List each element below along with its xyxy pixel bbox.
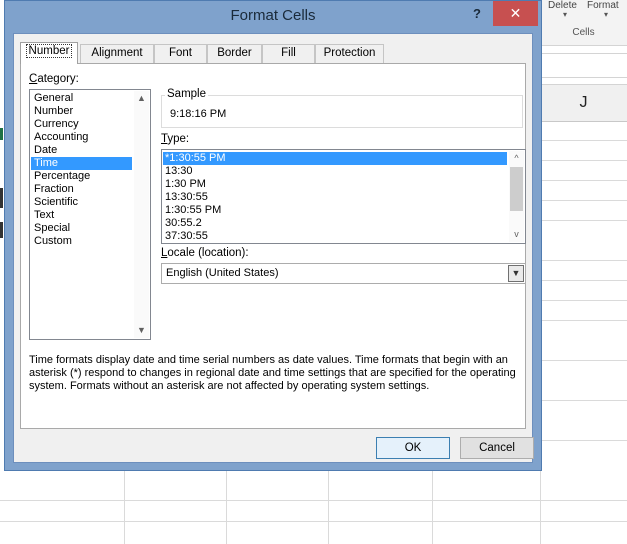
gridline — [432, 471, 433, 544]
gridline — [540, 160, 627, 161]
type-item[interactable]: 30:55.2 — [163, 217, 507, 230]
gridline — [540, 320, 627, 321]
type-scrollbar[interactable]: ^ v — [509, 151, 524, 242]
format-cells-dialog: Format Cells ? ✕ Number Alignment Font B… — [4, 0, 542, 471]
locale-label: Locale (location): — [161, 247, 249, 259]
scroll-down-icon[interactable]: v — [509, 227, 524, 242]
tab-border[interactable]: Border — [207, 44, 262, 63]
column-header-label: J — [579, 94, 588, 111]
ribbon-group-label: Cells — [572, 27, 595, 38]
gridline — [328, 471, 329, 544]
type-item[interactable]: 1:30:55 PM — [163, 204, 507, 217]
format-dropdown-icon[interactable]: ▾ — [604, 10, 608, 19]
ribbon-cells-group: Delete ▾ Format ▾ Cells — [540, 0, 627, 46]
gridline — [540, 260, 627, 261]
type-item[interactable]: 1:30 PM — [163, 178, 507, 191]
category-item-currency[interactable]: Currency — [31, 118, 132, 131]
type-item[interactable]: 13:30 — [163, 165, 507, 178]
type-item[interactable]: 37:30:55 — [163, 230, 507, 243]
format-description: Time formats display date and time seria… — [29, 354, 516, 392]
formula-bar[interactable] — [540, 53, 627, 78]
tab-fill[interactable]: Fill — [262, 44, 315, 63]
delete-dropdown-icon[interactable]: ▾ — [563, 10, 567, 19]
gridline — [0, 521, 627, 522]
cell-fill-marker — [0, 188, 3, 208]
tab-alignment[interactable]: Alignment — [80, 44, 154, 63]
type-listbox[interactable]: *1:30:55 PM 13:30 1:30 PM 13:30:55 1:30:… — [161, 149, 526, 244]
tab-font[interactable]: Font — [154, 44, 207, 63]
gridline — [540, 200, 627, 201]
type-item[interactable]: 13:30:55 — [163, 191, 507, 204]
scroll-thumb[interactable] — [510, 167, 523, 211]
category-item-date[interactable]: Date — [31, 144, 132, 157]
number-tab-page: Category: General Number Currency Accoun… — [20, 63, 526, 429]
category-listbox[interactable]: General Number Currency Accounting Date … — [29, 89, 151, 340]
dialog-client-area: Number Alignment Font Border Fill Protec… — [13, 33, 534, 463]
gridline — [540, 300, 627, 301]
category-item-accounting[interactable]: Accounting — [31, 131, 132, 144]
help-button[interactable]: ? — [467, 4, 487, 24]
category-item-scientific[interactable]: Scientific — [31, 196, 132, 209]
locale-dropdown[interactable]: English (United States) ▼ — [161, 263, 526, 284]
tab-number[interactable]: Number — [20, 42, 78, 64]
sample-value: 9:18:16 PM — [170, 108, 227, 120]
category-item-time[interactable]: Time — [31, 157, 132, 170]
close-button[interactable]: ✕ — [493, 1, 538, 26]
gridline — [124, 471, 125, 544]
category-item-fraction[interactable]: Fraction — [31, 183, 132, 196]
gridline — [540, 280, 627, 281]
dialog-titlebar[interactable]: Format Cells ? ✕ — [5, 1, 541, 33]
type-item[interactable]: *1:30:55 PM — [163, 152, 507, 165]
gridline — [540, 180, 627, 181]
cell-fill-marker — [0, 128, 3, 140]
locale-value: English (United States) — [166, 267, 279, 279]
category-item-number[interactable]: Number — [31, 105, 132, 118]
category-scrollbar[interactable]: ▲ ▼ — [134, 91, 149, 338]
gridline — [540, 400, 627, 401]
gridline — [226, 471, 227, 544]
chevron-down-icon[interactable]: ▼ — [508, 265, 524, 282]
gridline — [540, 360, 627, 361]
sample-group: Sample 9:18:16 PM — [161, 88, 523, 128]
type-label: Type: — [161, 133, 190, 145]
gridline — [0, 500, 627, 501]
column-header-j[interactable]: J — [540, 84, 627, 122]
category-label: Category: — [29, 73, 79, 85]
category-item-general[interactable]: General — [31, 92, 132, 105]
category-item-percentage[interactable]: Percentage — [31, 170, 132, 183]
category-item-text[interactable]: Text — [31, 209, 132, 222]
scroll-down-icon[interactable]: ▼ — [134, 323, 149, 338]
category-item-custom[interactable]: Custom — [31, 235, 132, 248]
sample-label: Sample — [165, 88, 208, 100]
cancel-button[interactable]: Cancel — [460, 437, 534, 459]
scroll-up-icon[interactable]: ^ — [509, 151, 524, 166]
gridline — [540, 440, 627, 441]
dialog-title: Format Cells — [230, 7, 316, 24]
cell-fill-marker — [0, 222, 3, 238]
scroll-up-icon[interactable]: ▲ — [134, 91, 149, 106]
ok-button[interactable]: OK — [376, 437, 450, 459]
gridline — [540, 140, 627, 141]
gridline — [540, 220, 627, 221]
category-item-special[interactable]: Special — [31, 222, 132, 235]
tab-protection[interactable]: Protection — [315, 44, 384, 63]
format-button[interactable]: Format — [587, 0, 619, 11]
